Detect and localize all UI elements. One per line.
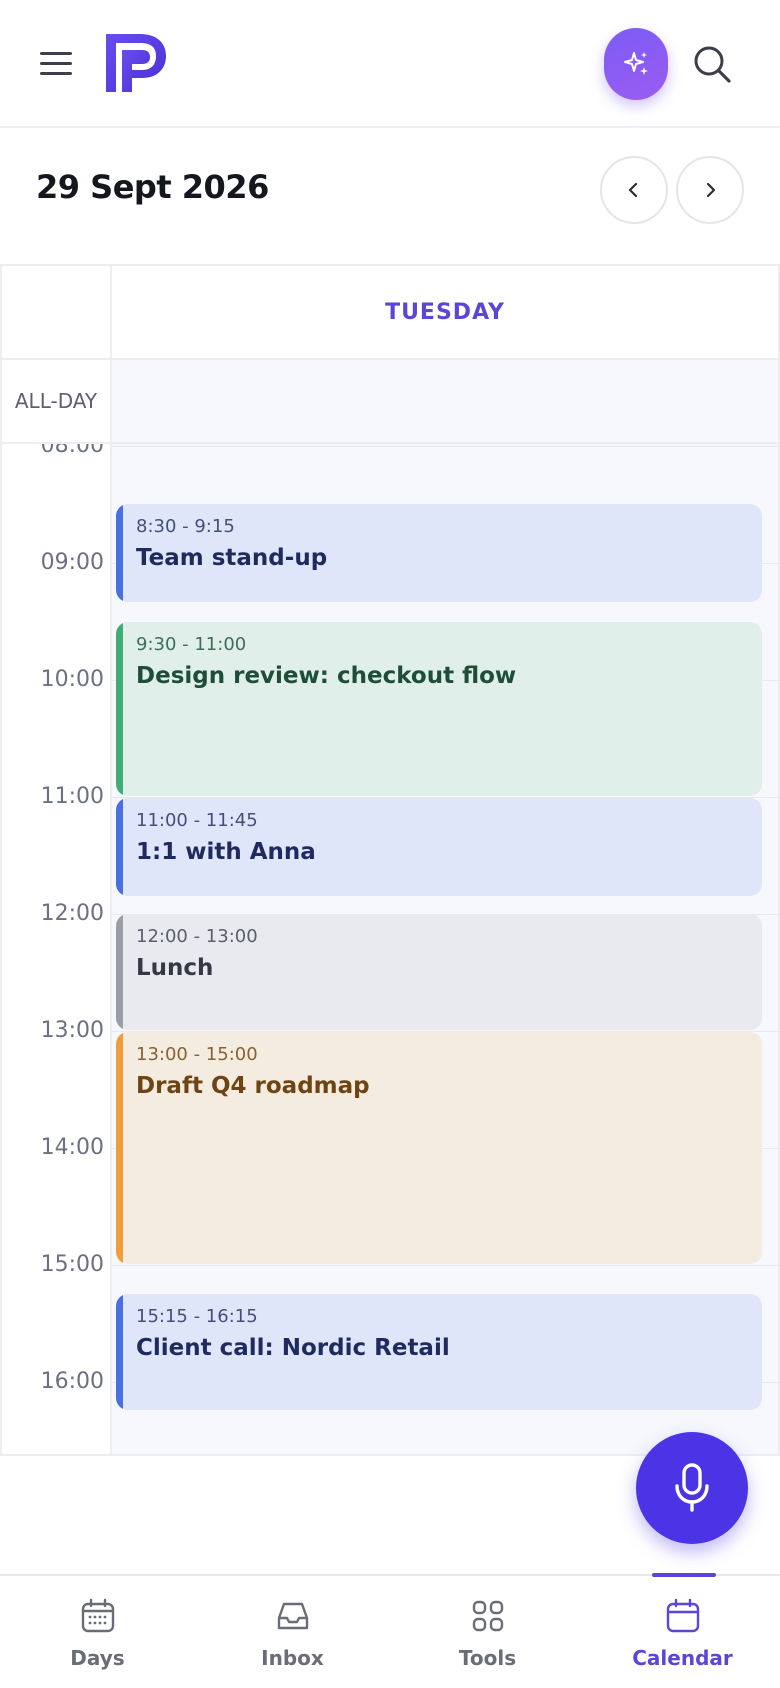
event-time: 12:00 - 13:00	[136, 926, 258, 947]
chevron-right-icon	[706, 182, 716, 198]
app-logo	[106, 34, 166, 92]
calendar-icon	[666, 1598, 699, 1633]
hour-label: 13:00	[40, 1018, 104, 1043]
event-title: 1:1 with Anna	[136, 839, 316, 865]
voice-input-button[interactable]	[636, 1432, 748, 1544]
hour-label: 10:00	[40, 667, 104, 692]
event-team-standup[interactable]: 8:30 - 9:15 Team stand-up	[116, 504, 762, 602]
bottom-navigation: Days Inbox Tools Calendar	[0, 1573, 780, 1688]
event-title: Team stand-up	[136, 545, 328, 571]
event-one-on-one[interactable]: 11:00 - 11:45 1:1 with Anna	[116, 798, 762, 896]
search-icon[interactable]	[690, 42, 734, 86]
event-title: Draft Q4 roadmap	[136, 1073, 370, 1099]
sparkles-icon	[624, 52, 648, 75]
nav-inbox[interactable]: Inbox	[195, 1576, 390, 1688]
nav-calendar[interactable]: Calendar	[585, 1576, 780, 1688]
nav-tools[interactable]: Tools	[390, 1576, 585, 1688]
top-app-bar	[0, 0, 780, 128]
calendar-grid-icon	[81, 1598, 114, 1633]
four-squares-icon	[472, 1600, 503, 1632]
ai-assistant-button[interactable]	[604, 28, 668, 100]
hour-label: 11:00	[40, 784, 104, 809]
hour-label: 08:00	[40, 444, 104, 458]
nav-label: Days	[70, 1646, 125, 1670]
all-day-label: ALL-DAY	[0, 360, 112, 444]
inbox-tray-icon	[277, 1602, 308, 1630]
event-time: 8:30 - 9:15	[136, 516, 235, 537]
hour-label: 12:00	[40, 901, 104, 926]
microphone-icon	[675, 1463, 709, 1512]
hamburger-menu-icon[interactable]	[40, 50, 72, 76]
previous-day-button[interactable]	[600, 156, 668, 224]
timeline[interactable]: 08:00 09:00 10:00 11:00 12:00 13:00 14:0…	[0, 444, 780, 1454]
hour-line	[112, 446, 780, 447]
nav-label: Tools	[458, 1646, 517, 1670]
nav-label: Calendar	[632, 1646, 733, 1670]
hour-label: 15:00	[40, 1252, 104, 1277]
nav-days[interactable]: Days	[0, 1576, 195, 1688]
day-column-header[interactable]: TUESDAY	[112, 266, 780, 360]
event-title: Client call: Nordic Retail	[136, 1335, 450, 1361]
event-time: 9:30 - 11:00	[136, 634, 247, 655]
hour-line	[112, 1265, 780, 1266]
event-time: 13:00 - 15:00	[136, 1044, 258, 1065]
event-title: Lunch	[136, 955, 214, 981]
event-time: 15:15 - 16:15	[136, 1306, 258, 1327]
day-label: TUESDAY	[385, 299, 505, 325]
event-client-call[interactable]: 15:15 - 16:15 Client call: Nordic Retail	[116, 1294, 762, 1410]
current-date-title: 29 Sept 2026	[36, 168, 269, 206]
nav-label: Inbox	[261, 1646, 324, 1670]
event-time: 11:00 - 11:45	[136, 810, 258, 831]
hour-label: 16:00	[40, 1369, 104, 1394]
chevron-left-icon	[628, 182, 638, 198]
event-lunch[interactable]: 12:00 - 13:00 Lunch	[116, 914, 762, 1030]
all-day-slot[interactable]	[112, 360, 780, 444]
hour-label: 14:00	[40, 1135, 104, 1160]
gutter-header	[0, 266, 112, 360]
next-day-button[interactable]	[676, 156, 744, 224]
event-draft-roadmap[interactable]: 13:00 - 15:00 Draft Q4 roadmap	[116, 1032, 762, 1264]
event-design-review[interactable]: 9:30 - 11:00 Design review: checkout flo…	[116, 622, 762, 796]
day-calendar: TUESDAY ALL-DAY 08:00 09:00 10:00 11:00 …	[0, 264, 780, 1456]
event-title: Design review: checkout flow	[136, 663, 517, 689]
hour-label: 09:00	[40, 550, 104, 575]
